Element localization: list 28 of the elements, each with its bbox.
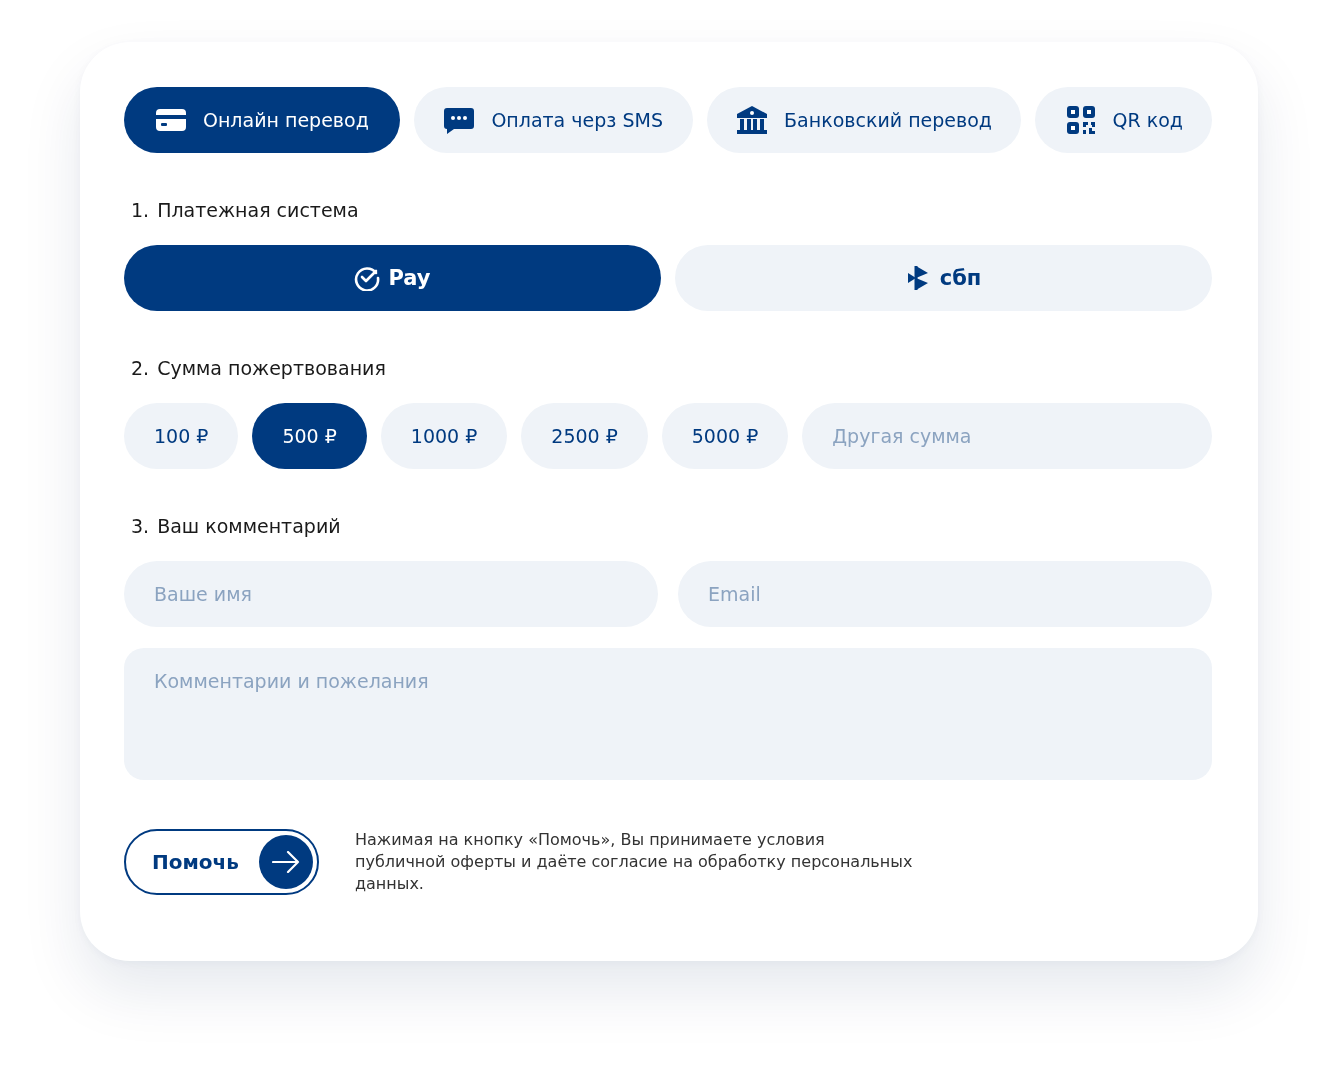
payment-system-button[interactable]: Pay	[124, 245, 661, 311]
section-title: Сумма пожертвования	[157, 357, 386, 379]
section-number: 1.	[131, 199, 150, 221]
comment-input-field[interactable]: Комментарии и пожелания	[124, 648, 1212, 780]
check-circle-icon	[354, 265, 381, 291]
section-number: 2.	[131, 357, 150, 379]
amount-input-field[interactable]: Другая сумма	[802, 403, 1212, 469]
amount-option[interactable]: 1000 ₽	[380, 403, 508, 469]
section-number: 3.	[131, 515, 150, 537]
payment-method-tab[interactable]: Банковский перевод	[706, 87, 1022, 153]
email-input-field[interactable]: Email	[678, 561, 1212, 627]
bank-icon	[736, 105, 769, 135]
amount-option[interactable]: 5000 ₽	[661, 403, 789, 469]
amount-option[interactable]: 500 ₽	[252, 403, 367, 469]
section-title: Платежная система	[157, 199, 359, 221]
chat-icon	[443, 105, 476, 135]
payment-method-tab[interactable]: Оплата черз SMS	[413, 87, 693, 153]
help-button[interactable]: Помочь	[124, 829, 319, 895]
section-title: Ваш комментарий	[157, 515, 341, 537]
arrow-right-icon	[271, 851, 300, 873]
payment-method-tab[interactable]: QR код	[1035, 87, 1212, 153]
amount-option[interactable]: 100 ₽	[124, 403, 239, 469]
name-input-field[interactable]: Ваше имя	[124, 561, 658, 627]
payment-method-tab[interactable]: Онлайн перевод	[124, 87, 400, 153]
payment-system-button[interactable]: сбп	[675, 245, 1212, 311]
amount-option[interactable]: 2500 ₽	[521, 403, 648, 469]
qr-code-icon	[1064, 105, 1097, 135]
consent-text: Нажимая на кнопку «Помочь», Вы принимаете условия публичной оферты и даёте согласие на обработку персональных данных.	[354, 829, 914, 895]
